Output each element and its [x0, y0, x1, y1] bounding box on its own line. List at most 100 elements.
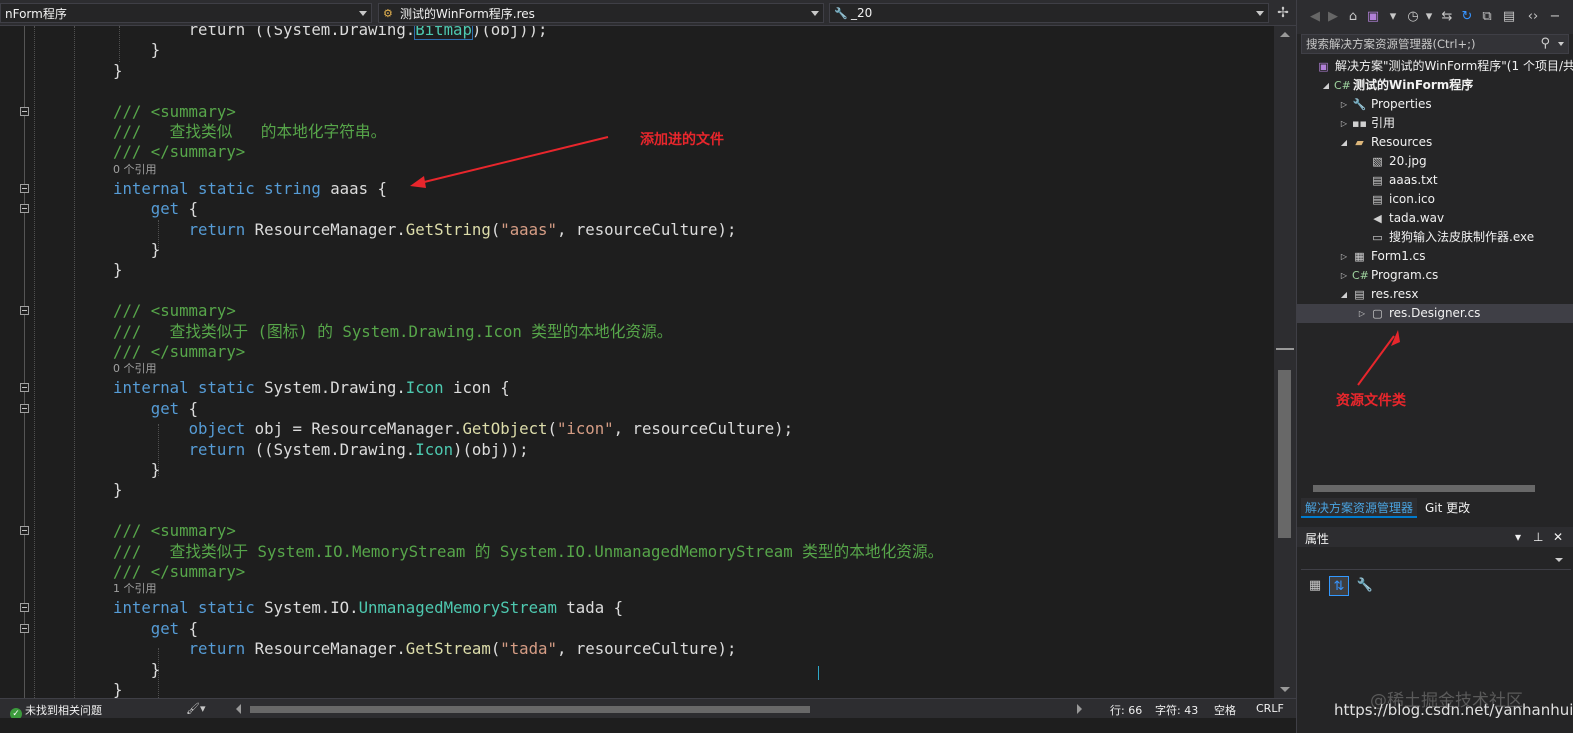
scrollbar-thumb[interactable]: [1313, 485, 1535, 492]
tree-item-label: Resources: [1371, 135, 1433, 149]
annotation-resource-class: 资源文件类: [1336, 393, 1406, 409]
tree-item[interactable]: ▷ C# Program.cs: [1297, 266, 1573, 285]
search-icon[interactable]: ⚲: [1540, 36, 1550, 51]
scroll-left-icon[interactable]: [236, 704, 241, 714]
image-file-icon: ▧: [1372, 155, 1383, 168]
code-editor[interactable]: nForm程序 ⚙ 测试的WinForm程序.res 🔧 _20 ✢ retur…: [0, 0, 1296, 733]
scrollbar-split-handle[interactable]: [1276, 348, 1294, 350]
tree-item[interactable]: ▤ icon.ico: [1297, 190, 1573, 209]
collapse-arrow-icon[interactable]: ◢: [1321, 76, 1331, 95]
scroll-down-icon[interactable]: [1280, 687, 1290, 692]
tree-item[interactable]: ▤ aaas.txt: [1297, 171, 1573, 190]
editor-status-bar: ✓ 未找到相关问题 🖌▾ 行: 66 字符: 43 空格 CRLF: [0, 698, 1296, 720]
pin-icon[interactable]: ⊥: [1533, 530, 1543, 544]
annotation-arrow-resource-class: [1357, 335, 1395, 386]
properties-header: 属性 ▾ ⊥ ✕: [1297, 527, 1573, 547]
properties-title: 属性: [1305, 532, 1330, 546]
expand-arrow-icon[interactable]: ▷: [1339, 247, 1349, 266]
alphabetical-icon[interactable]: ⇅: [1329, 576, 1349, 596]
tree-item-label: 引用: [1371, 116, 1396, 130]
dropdown-icon[interactable]: ▾: [1385, 9, 1401, 25]
tree-item-label: Form1.cs: [1371, 249, 1426, 263]
icon-file-icon: ▤: [1372, 193, 1383, 206]
tree-item-label: aaas.txt: [1389, 173, 1438, 187]
references-icon: ▪▪: [1352, 117, 1367, 130]
expand-arrow-icon[interactable]: ▷: [1339, 95, 1349, 114]
categorized-icon[interactable]: ▦: [1305, 576, 1325, 596]
line-number[interactable]: 行: 66: [1110, 702, 1142, 718]
tree-item[interactable]: ◢ C# 测试的WinForm程序: [1297, 76, 1573, 95]
csharp-file-icon: C#: [1352, 269, 1369, 282]
tree-item-label: Program.cs: [1371, 268, 1439, 282]
solution-view-icon[interactable]: ▣: [1365, 9, 1381, 25]
collapse-all-icon[interactable]: ⧉: [1479, 9, 1495, 25]
tree-item[interactable]: ▷ ▪▪ 引用: [1297, 114, 1573, 133]
tree-item[interactable]: ▣ 解决方案"测试的WinForm程序"(1 个项目/共: [1297, 57, 1573, 76]
tree-item[interactable]: ▧ 20.jpg: [1297, 152, 1573, 171]
pending-changes-icon[interactable]: ◷: [1405, 9, 1421, 25]
solution-search-input[interactable]: [1306, 37, 1542, 51]
chevron-down-icon[interactable]: [1558, 42, 1564, 46]
bottom-strip: [0, 718, 1296, 733]
expand-arrow-icon[interactable]: ▷: [1339, 266, 1349, 285]
expand-arrow-icon[interactable]: ▷: [1339, 114, 1349, 133]
solution-search-box[interactable]: ⚲: [1301, 34, 1569, 54]
vertical-scrollbar[interactable]: [1274, 26, 1296, 698]
tree-item-label: tada.wav: [1389, 211, 1445, 225]
tree-item-label: 解决方案"测试的WinForm程序"(1 个项目/共: [1335, 59, 1573, 73]
tree-item-label: Properties: [1371, 97, 1432, 111]
properties-toolbar: ▦ ⇅ 🔧: [1297, 574, 1573, 598]
brush-icon[interactable]: 🖌▾: [186, 702, 206, 715]
solution-icon: ▣: [1318, 60, 1329, 73]
issues-label: 未找到相关问题: [25, 704, 102, 717]
home-icon[interactable]: ⌂: [1345, 9, 1361, 25]
refresh-icon[interactable]: ↻: [1459, 9, 1475, 25]
forward-icon[interactable]: ▶: [1325, 9, 1341, 25]
csharp-project-icon: C#: [1334, 79, 1351, 92]
tree-item-label: 测试的WinForm程序: [1353, 78, 1474, 92]
collapse-arrow-icon[interactable]: ◢: [1339, 133, 1349, 152]
panel-tabs: 解决方案资源管理器 Git 更改: [1297, 498, 1573, 518]
solution-explorer-toolbar: ◀ ▶ ⌂ ▣ ▾ ◷ ▾ ⇆ ↻ ⧉ ▤ ‹› −: [1297, 0, 1573, 34]
tree-item[interactable]: ▷ ▦ Form1.cs: [1297, 247, 1573, 266]
watermark-csdn-url: https://blog.csdn.net/yanhanhui1: [1334, 701, 1573, 719]
show-all-files-icon[interactable]: ▤: [1501, 9, 1517, 25]
tab-git-changes[interactable]: Git 更改: [1421, 498, 1474, 518]
tree-item-label: 搜狗输入法皮肤制作器.exe: [1389, 230, 1535, 244]
scroll-up-icon[interactable]: [1280, 32, 1290, 37]
exe-file-icon: ▭: [1372, 231, 1383, 244]
text-file-icon: ▤: [1372, 174, 1383, 187]
folder-open-icon: ▰: [1355, 136, 1364, 149]
tree-item-label: 20.jpg: [1389, 154, 1427, 168]
scrollbar-thumb[interactable]: [1278, 370, 1291, 538]
form-icon: ▦: [1354, 250, 1365, 263]
chevron-down-icon: [1555, 558, 1563, 562]
code-view-icon[interactable]: ‹›: [1525, 9, 1541, 25]
dropdown-icon[interactable]: ▾: [1421, 9, 1437, 25]
audio-file-icon: ◀: [1373, 212, 1382, 225]
wrench-icon[interactable]: 🔧: [1355, 576, 1375, 596]
tree-item-label: icon.ico: [1389, 192, 1435, 206]
close-icon[interactable]: ✕: [1553, 530, 1563, 544]
horizontal-scrollbar[interactable]: [1301, 482, 1571, 494]
back-icon[interactable]: ◀: [1307, 9, 1323, 25]
tree-item[interactable]: ▷ 🔧 Properties: [1297, 95, 1573, 114]
tree-item[interactable]: ▭ 搜狗输入法皮肤制作器.exe: [1297, 228, 1573, 247]
scrollbar-thumb[interactable]: [250, 706, 810, 713]
window-options-icon[interactable]: ▾: [1515, 530, 1521, 544]
whitespace-mode[interactable]: 空格: [1214, 702, 1236, 718]
tree-item[interactable]: ◢ ▰ Resources: [1297, 133, 1573, 152]
tab-solution-explorer[interactable]: 解决方案资源管理器: [1301, 498, 1418, 518]
annotation-added-file: 添加进的文件: [640, 132, 724, 148]
char-number[interactable]: 字符: 43: [1155, 702, 1198, 718]
wrench-icon: 🔧: [1352, 98, 1367, 111]
tree-item[interactable]: ◀ tada.wav: [1297, 209, 1573, 228]
annotation-arrow-layer: [410, 136, 609, 188]
annotation-arrowhead: [410, 176, 426, 188]
scroll-right-icon[interactable]: [1077, 704, 1082, 714]
sync-icon[interactable]: ⇆: [1439, 9, 1455, 25]
properties-object-selector[interactable]: [1301, 550, 1571, 570]
line-ending[interactable]: CRLF: [1256, 702, 1284, 715]
horizontal-scrollbar[interactable]: [236, 703, 1082, 715]
minus-icon[interactable]: −: [1547, 9, 1563, 25]
